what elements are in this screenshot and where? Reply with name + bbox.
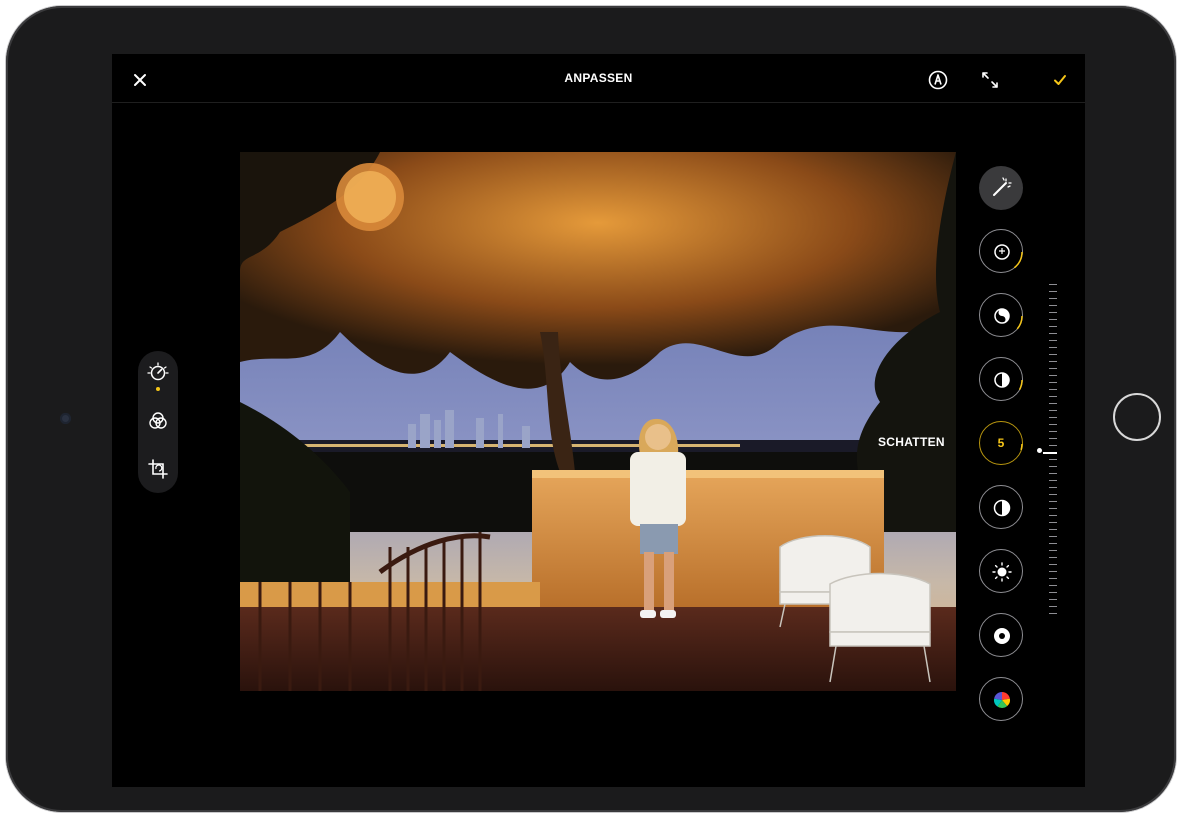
shadows-button[interactable]: 5 <box>979 421 1023 465</box>
brilliance-button[interactable] <box>979 293 1023 337</box>
adjustment-slider[interactable] <box>1037 284 1061 619</box>
slider-tick <box>1049 389 1057 390</box>
checkmark-icon <box>1054 75 1066 85</box>
slider-tick <box>1049 494 1057 495</box>
slider-tick <box>1049 550 1057 551</box>
slider-tick <box>1049 312 1057 313</box>
slider-tick <box>1049 564 1057 565</box>
photo-canvas[interactable] <box>240 152 956 691</box>
filters-tool-button[interactable] <box>146 409 170 433</box>
done-button[interactable] <box>1048 68 1072 92</box>
shadows-value: 5 <box>997 436 1005 450</box>
slider-tick <box>1049 375 1057 376</box>
slider-tick <box>1049 438 1057 439</box>
filters-circles-icon <box>149 412 167 429</box>
expand-button[interactable] <box>978 68 1002 92</box>
slider-tick <box>1049 592 1057 593</box>
slider-tick <box>1049 382 1057 383</box>
saturation-button[interactable] <box>979 677 1023 721</box>
slider-tick <box>1049 396 1057 397</box>
slider-tick <box>1049 585 1057 586</box>
brightness-sun-icon <box>992 562 1012 582</box>
editing-mode-toolbar <box>138 351 178 493</box>
slider-tick <box>1049 298 1057 299</box>
slider-tick <box>1049 319 1057 320</box>
slider-tick <box>1049 284 1057 285</box>
slider-tick <box>1049 368 1057 369</box>
slider-tick <box>1049 529 1057 530</box>
highlights-button[interactable] <box>979 357 1023 401</box>
slider-tick <box>1049 459 1057 460</box>
active-adjustment-label: SCHATTEN <box>878 435 945 449</box>
brightness-button[interactable] <box>979 549 1023 593</box>
highlights-icon <box>981 359 1023 401</box>
ipad-device: ANPASSEN 5 SCHATTEN <box>6 6 1176 812</box>
brilliance-icon <box>981 295 1023 337</box>
slider-tick <box>1049 613 1057 614</box>
saturation-color-wheel-icon <box>993 691 1011 708</box>
slider-tick <box>1049 606 1057 607</box>
slider-tick <box>1049 333 1057 334</box>
markup-pen-icon <box>928 70 948 90</box>
edited-photo <box>240 152 956 691</box>
slider-current-tick <box>1043 452 1057 454</box>
slider-tick <box>1049 480 1057 481</box>
adjust-tool-button[interactable] <box>146 361 170 385</box>
slider-tick <box>1049 599 1057 600</box>
slider-tick <box>1049 417 1057 418</box>
magic-wand-icon <box>993 177 1012 196</box>
slider-tick <box>1049 557 1057 558</box>
crop-rotate-icon <box>148 459 168 479</box>
slider-tick <box>1049 431 1057 432</box>
slider-tick <box>1049 361 1057 362</box>
exposure-icon <box>981 231 1023 273</box>
slider-tick <box>1049 403 1057 404</box>
slider-tick <box>1049 515 1057 516</box>
slider-tick <box>1049 522 1057 523</box>
adjust-dial-icon <box>147 362 169 381</box>
slider-tick <box>1049 501 1057 502</box>
markup-button[interactable] <box>926 68 950 92</box>
slider-tick <box>1049 305 1057 306</box>
expand-arrows-icon <box>982 72 998 88</box>
front-camera <box>60 413 71 424</box>
black-point-icon <box>994 628 1010 644</box>
slider-tick <box>1049 508 1057 509</box>
active-tool-indicator <box>156 387 160 391</box>
slider-tick <box>1049 326 1057 327</box>
black-point-button[interactable] <box>979 613 1023 657</box>
photo-editor-screen: ANPASSEN 5 SCHATTEN <box>112 54 1085 787</box>
slider-tick <box>1049 291 1057 292</box>
slider-tick <box>1049 445 1057 446</box>
slider-tick <box>1049 410 1057 411</box>
crop-tool-button[interactable] <box>146 457 170 481</box>
slider-tick <box>1049 354 1057 355</box>
slider-tick <box>1049 536 1057 537</box>
slider-tick <box>1049 571 1057 572</box>
contrast-button[interactable] <box>979 485 1023 529</box>
auto-enhance-button[interactable] <box>979 166 1023 210</box>
slider-tick <box>1049 424 1057 425</box>
slider-tick <box>1049 466 1057 467</box>
slider-tick <box>1049 340 1057 341</box>
slider-zero-indicator <box>1037 448 1042 453</box>
slider-tick <box>1049 347 1057 348</box>
slider-tick <box>1049 578 1057 579</box>
top-bar: ANPASSEN <box>112 54 1085 103</box>
slider-tick <box>1049 487 1057 488</box>
exposure-button[interactable] <box>979 229 1023 273</box>
slider-tick <box>1049 473 1057 474</box>
slider-tick <box>1049 543 1057 544</box>
home-button[interactable] <box>1113 393 1161 441</box>
contrast-icon <box>993 499 1011 517</box>
